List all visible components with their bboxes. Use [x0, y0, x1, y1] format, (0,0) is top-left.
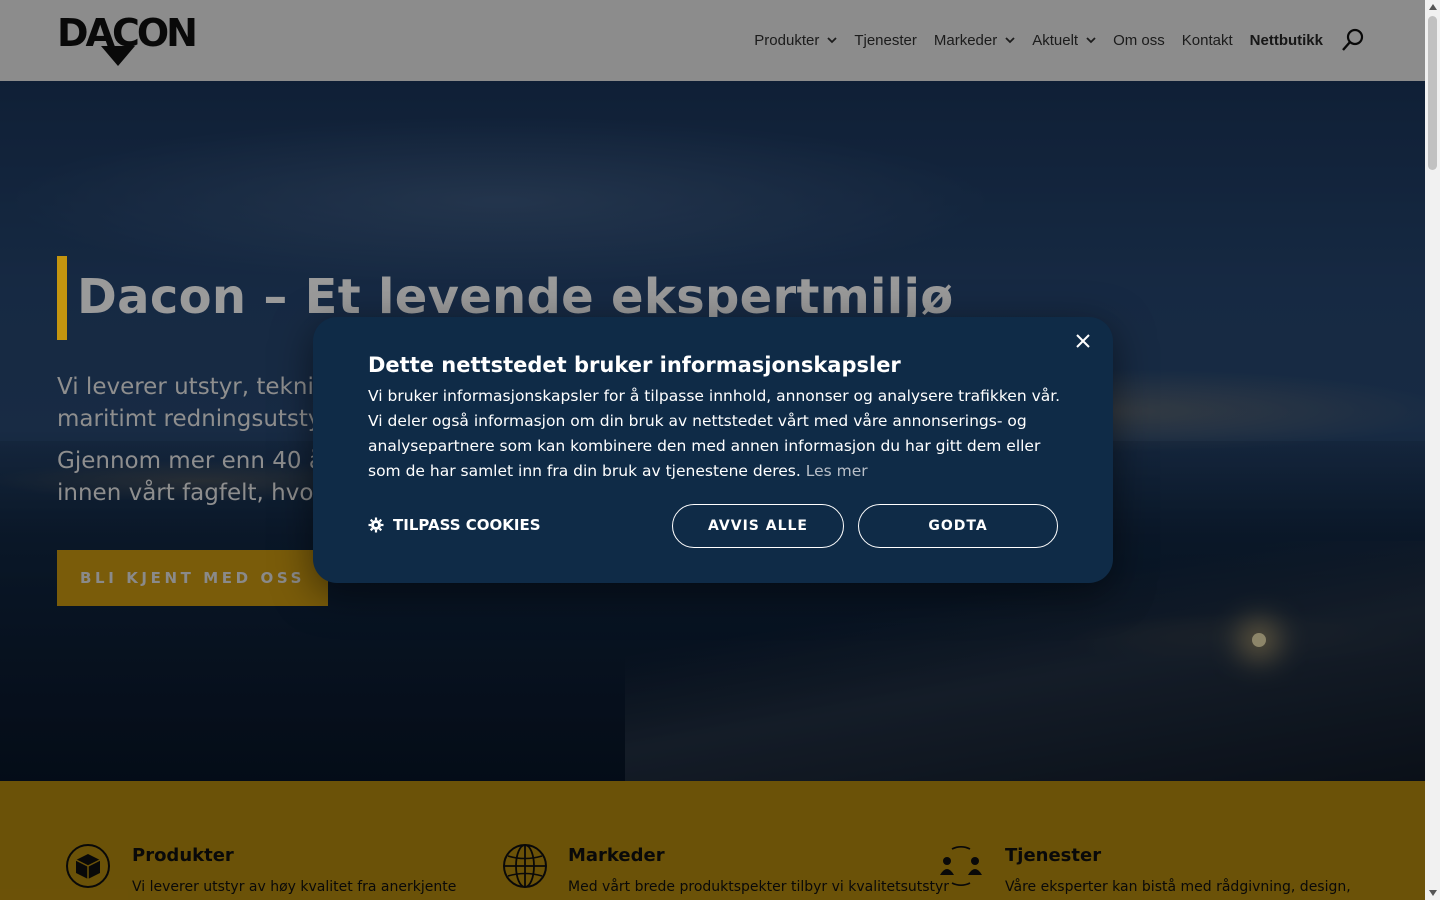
- feature-title: Produkter: [132, 845, 234, 866]
- dacon-logo[interactable]: DACON: [57, 12, 199, 68]
- scroll-down-arrow[interactable]: [1429, 890, 1437, 896]
- nav-item-markeder[interactable]: Markeder: [934, 28, 1015, 52]
- box-icon: [66, 844, 110, 888]
- nav-label: Tjenester: [854, 31, 917, 49]
- feature-title: Markeder: [568, 845, 665, 866]
- about-us-button[interactable]: BLI KJENT MED OSS: [57, 550, 328, 606]
- nav-item-aktuelt[interactable]: Aktuelt: [1032, 28, 1096, 52]
- scroll-up-arrow[interactable]: [1429, 4, 1437, 10]
- main-nav: Produkter Tjenester Markeder Aktuelt Om …: [737, 28, 1365, 52]
- cookie-body-text: Vi bruker informasjonskapsler for å tilp…: [368, 387, 1061, 480]
- feature-text: Våre eksperter kan bistå med rådgivning,…: [1005, 879, 1351, 895]
- nav-label: Kontakt: [1181, 31, 1233, 49]
- features-section: Produkter Vi leverer utstyr av høy kvali…: [0, 781, 1425, 900]
- nav-label: Aktuelt: [1032, 31, 1079, 49]
- search-icon[interactable]: [1341, 28, 1365, 52]
- customize-cookies-button[interactable]: TILPASS COOKIES: [368, 516, 541, 534]
- nav-item-produkter[interactable]: Produkter: [754, 28, 837, 52]
- nav-item-om-oss[interactable]: Om oss: [1113, 28, 1165, 52]
- cookie-body: Vi bruker informasjonskapsler for å tilp…: [368, 384, 1068, 484]
- page-scrollbar[interactable]: [1425, 0, 1440, 900]
- nav-label: Produkter: [754, 31, 820, 49]
- nav-item-nettbutikk[interactable]: Nettbutikk: [1250, 28, 1323, 52]
- feature-text: Vi leverer utstyr av høy kvalitet fra an…: [132, 879, 457, 895]
- cookie-consent-dialog: Dette nettstedet bruker informasjonskaps…: [313, 317, 1113, 583]
- accept-button[interactable]: GODTA: [858, 504, 1058, 548]
- reject-all-button[interactable]: AVVIS ALLE: [672, 504, 844, 548]
- gear-icon: [368, 517, 384, 533]
- site-header: DACON Produkter Tjenester Markeder Aktue…: [0, 0, 1425, 81]
- read-more-link[interactable]: Les mer: [806, 462, 868, 480]
- title-accent-bar: [57, 256, 67, 340]
- chevron-down-icon: [1086, 37, 1096, 44]
- nav-item-tjenester[interactable]: Tjenester: [854, 28, 917, 52]
- nav-label: Om oss: [1113, 31, 1165, 49]
- chevron-down-icon: [827, 37, 837, 44]
- people-icon: [940, 845, 982, 887]
- nav-label: Markeder: [933, 31, 998, 49]
- nav-label: Nettbutikk: [1249, 31, 1323, 49]
- scroll-thumb[interactable]: [1428, 16, 1437, 170]
- close-icon[interactable]: [1073, 331, 1093, 351]
- nav-item-kontakt[interactable]: Kontakt: [1182, 28, 1233, 52]
- feature-text: Med vårt brede produktspekter tilbyr vi …: [568, 879, 950, 895]
- customize-label: TILPASS COOKIES: [393, 516, 541, 534]
- feature-title: Tjenester: [1005, 845, 1102, 866]
- globe-icon: [503, 844, 547, 888]
- cookie-title: Dette nettstedet bruker informasjonskaps…: [368, 353, 901, 377]
- chevron-down-icon: [1005, 37, 1015, 44]
